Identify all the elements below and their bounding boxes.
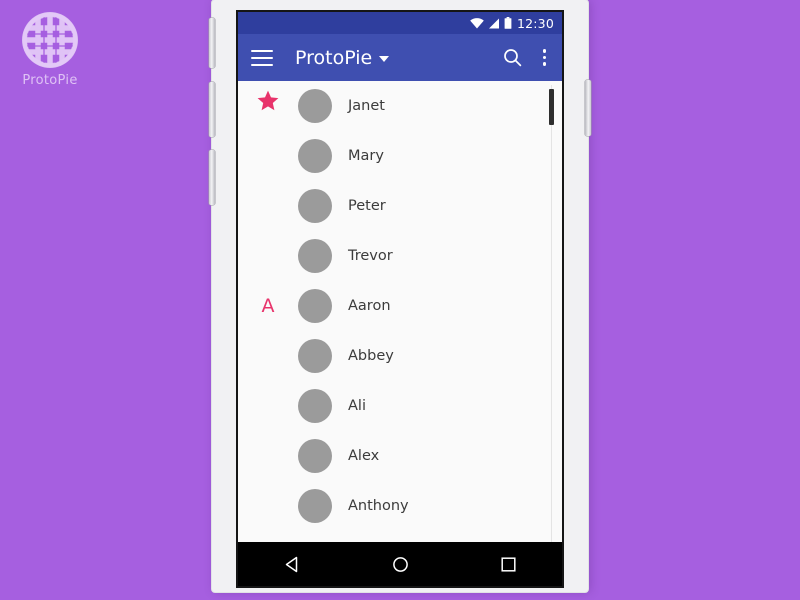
scrollbar-thumb[interactable] xyxy=(549,89,554,125)
status-bar-clock: 12:30 xyxy=(516,15,554,31)
protopie-watermark-label: ProtoPie xyxy=(22,73,78,88)
section-header-letter: A xyxy=(261,295,275,317)
contact-section: Janet Mary Peter Trevor xyxy=(238,81,562,281)
contact-name: Alex xyxy=(348,448,380,464)
avatar xyxy=(298,389,332,423)
contact-name: Aaron xyxy=(348,298,391,314)
recents-button[interactable] xyxy=(478,542,538,586)
avatar xyxy=(298,139,332,173)
volume-up-button[interactable] xyxy=(209,18,215,68)
contact-section-rows: Aaron Abbey Ali Alex Anthony xyxy=(298,281,562,531)
search-icon[interactable] xyxy=(503,48,522,67)
contact-row[interactable]: Ali xyxy=(298,381,562,431)
contact-row[interactable]: Abbey xyxy=(298,331,562,381)
contact-name: Mary xyxy=(348,148,384,164)
contact-list[interactable]: Janet Mary Peter Trevor A Aaron Abbey Ali Alex An… xyxy=(238,81,562,542)
avatar xyxy=(298,239,332,273)
protopie-watermark: ProtoPie xyxy=(10,8,90,90)
contact-name: Peter xyxy=(348,198,386,214)
contact-name: Abbey xyxy=(348,348,394,364)
scrollbar-track[interactable] xyxy=(551,85,552,542)
square-recents-icon xyxy=(500,556,516,572)
contact-sections: Janet Mary Peter Trevor A Aaron Abbey Ali Alex An… xyxy=(238,81,562,531)
contact-row[interactable]: Alex xyxy=(298,431,562,481)
mute-button[interactable] xyxy=(209,150,215,205)
phone-device: 12:30 ProtoPie Janet Mary Peter Trevor A… xyxy=(209,0,591,592)
triangle-back-icon xyxy=(285,556,297,572)
contact-row[interactable]: Aaron xyxy=(298,281,562,331)
wifi-icon xyxy=(470,17,484,28)
app-title: ProtoPie xyxy=(295,46,373,69)
contact-row[interactable]: Peter xyxy=(298,181,562,231)
avatar xyxy=(298,339,332,373)
phone-screen: 12:30 ProtoPie Janet Mary Peter Trevor A… xyxy=(236,10,564,588)
contact-section: A Aaron Abbey Ali Alex Anthony xyxy=(238,281,562,531)
section-header-starred xyxy=(238,81,298,111)
contact-name: Anthony xyxy=(348,498,409,514)
volume-down-button[interactable] xyxy=(209,82,215,137)
circle-home-icon xyxy=(392,556,408,572)
app-bar: ProtoPie xyxy=(238,34,562,81)
avatar xyxy=(298,489,332,523)
star-icon xyxy=(257,90,279,111)
protopie-lattice-logo-icon xyxy=(22,12,78,68)
hamburger-menu-icon[interactable] xyxy=(251,49,273,66)
app-title-dropdown[interactable]: ProtoPie xyxy=(295,46,390,69)
avatar xyxy=(298,89,332,123)
avatar xyxy=(298,439,332,473)
avatar xyxy=(298,189,332,223)
back-button[interactable] xyxy=(262,542,322,586)
status-bar-icons xyxy=(470,17,512,29)
contact-row[interactable]: Trevor xyxy=(298,231,562,281)
status-bar: 12:30 xyxy=(238,12,562,34)
android-navigation-bar xyxy=(238,542,562,586)
power-button[interactable] xyxy=(585,80,591,136)
contact-row[interactable]: Janet xyxy=(298,81,562,131)
contact-section-rows: Janet Mary Peter Trevor xyxy=(298,81,562,281)
contact-row[interactable]: Mary xyxy=(298,131,562,181)
contact-row[interactable]: Anthony xyxy=(298,481,562,531)
chevron-down-icon xyxy=(379,55,390,62)
overflow-menu-icon[interactable] xyxy=(540,47,550,68)
signal-icon xyxy=(488,18,499,28)
contact-name: Ali xyxy=(348,398,366,414)
home-button[interactable] xyxy=(370,542,430,586)
contact-name: Janet xyxy=(348,98,385,114)
avatar xyxy=(298,289,332,323)
contact-name: Trevor xyxy=(348,248,393,264)
battery-icon xyxy=(504,17,512,29)
